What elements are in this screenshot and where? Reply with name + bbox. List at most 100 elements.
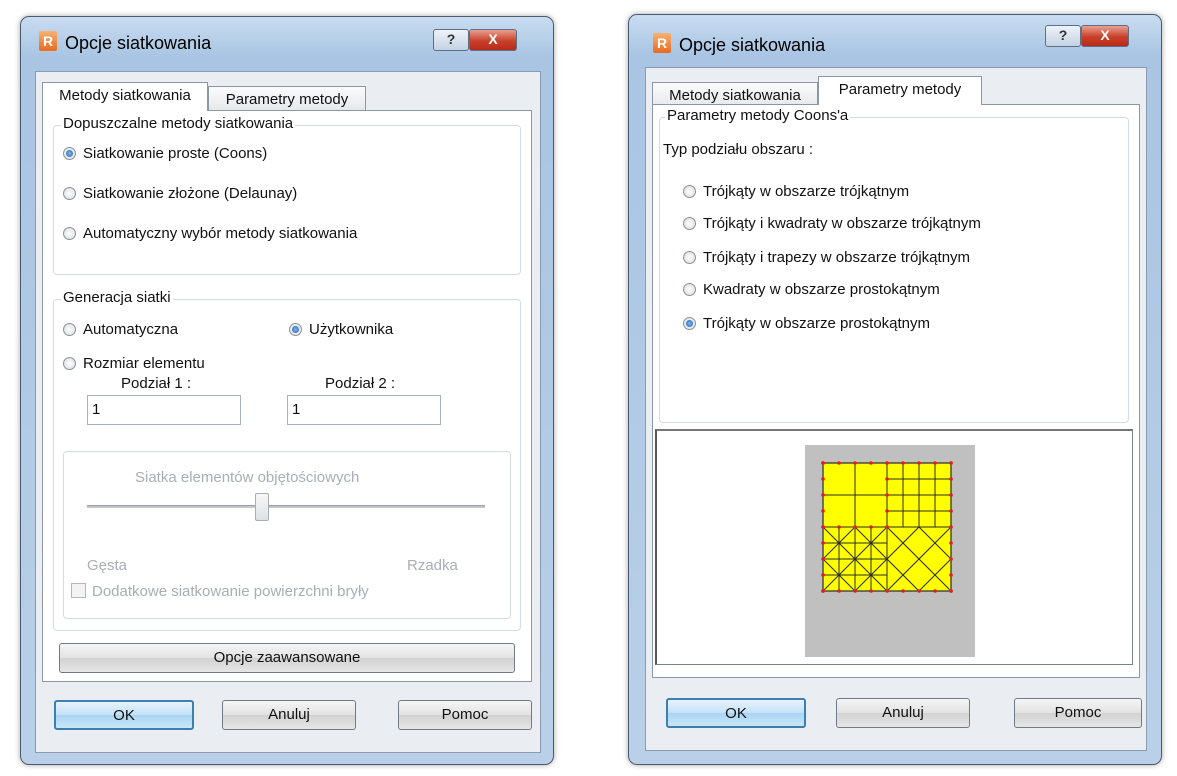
division1-input[interactable]: 1 <box>87 395 241 425</box>
division1-label: Podział 1 : <box>121 375 192 392</box>
mesh-node <box>917 589 921 593</box>
cancel-button[interactable]: Anuluj <box>222 700 356 730</box>
division2-label: Podział 2 : <box>325 375 396 392</box>
generation-group-legend: Generacja siatki <box>61 289 173 306</box>
radio-label: Trójkąty i trapezy w obszarze trójkątnym <box>703 249 971 266</box>
density-slider-thumb[interactable] <box>255 493 269 521</box>
client-area: Metody siatkowania Parametry metody Dopu… <box>35 71 541 753</box>
radio-coons[interactable]: Siatkowanie proste (Coons) <box>63 145 267 163</box>
radio-checked-icon <box>289 323 302 336</box>
radio-unchecked-icon <box>683 217 696 230</box>
radio-label: Siatkowanie proste (Coons) <box>83 145 268 162</box>
radio-squares-rectangular[interactable]: Kwadraty w obszarze prostokątnym <box>683 281 940 299</box>
radio-label: Automatyczny wybór metody siatkowania <box>83 225 358 242</box>
ok-button[interactable]: OK <box>54 700 194 730</box>
tab-parametry-metody[interactable]: Parametry metody <box>208 86 366 112</box>
mesh-options-dialog-methods: R Opcje siatkowania ? X Metody siatkowan… <box>20 16 554 765</box>
tab-parametry-metody[interactable]: Parametry metody <box>818 76 982 105</box>
radio-checked-icon <box>683 317 696 330</box>
coons-parameters-group <box>659 117 1129 423</box>
radio-unchecked-icon <box>683 283 696 296</box>
mesh-node <box>821 461 825 465</box>
help-button[interactable]: Pomoc <box>398 700 532 730</box>
radio-label: Kwadraty w obszarze prostokątnym <box>703 281 940 298</box>
radio-label: Rozmiar elementu <box>83 355 205 372</box>
radio-checked-icon <box>63 147 76 160</box>
mesh-node <box>949 477 953 481</box>
mesh-node <box>949 493 953 497</box>
radio-label: Trójkąty i kwadraty w obszarze trójkątny… <box>703 215 981 232</box>
mesh-node <box>869 589 873 593</box>
help-button[interactable]: Pomoc <box>1014 698 1142 728</box>
mesh-node <box>821 493 825 497</box>
mesh-node <box>933 461 937 465</box>
tab-panel: Dopuszczalne metody siatkowania Siatkowa… <box>42 110 532 682</box>
mesh-node <box>933 589 937 593</box>
mesh-node <box>901 589 905 593</box>
mesh-node <box>821 509 825 513</box>
radio-automatyczna[interactable]: Automatyczna <box>63 321 178 339</box>
app-logo-icon: R <box>653 33 671 53</box>
client-area: Metody siatkowania Parametry metody Para… <box>645 67 1147 751</box>
radio-unchecked-icon <box>63 323 76 336</box>
radio-rozmiar-elementu[interactable]: Rozmiar elementu <box>63 355 205 373</box>
mesh-node <box>837 589 841 593</box>
radio-auto-method[interactable]: Automatyczny wybór metody siatkowania <box>63 225 357 243</box>
radio-triangles-trapezoids-triangular[interactable]: Trójkąty i trapezy w obszarze trójkątnym <box>683 249 970 267</box>
mesh-node <box>885 477 889 481</box>
radio-label: Użytkownika <box>309 321 394 338</box>
mesh-node <box>821 589 825 593</box>
radio-delaunay[interactable]: Siatkowanie złożone (Delaunay) <box>63 185 297 203</box>
mesh-node <box>917 461 921 465</box>
close-icon[interactable]: X <box>469 29 517 51</box>
mesh-node <box>885 589 889 593</box>
tab-panel: Parametry metody Coons'a Typ podziału ob… <box>652 104 1140 678</box>
checkbox-label: Dodatkowe siatkowanie powierzchni bryły <box>92 583 369 600</box>
help-icon[interactable]: ? <box>433 29 469 51</box>
radio-unchecked-icon <box>63 187 76 200</box>
mesh-node <box>821 477 825 481</box>
mesh-node <box>853 525 857 529</box>
window-title: Opcje siatkowania <box>679 35 826 55</box>
mesh-node <box>837 461 841 465</box>
mesh-node <box>885 461 889 465</box>
methods-group-legend: Dopuszczalne metody siatkowania <box>61 115 296 132</box>
division2-input[interactable]: 1 <box>287 395 441 425</box>
mesh-preview-panel <box>655 429 1133 665</box>
mesh-node <box>837 525 841 529</box>
ok-button[interactable]: OK <box>666 698 806 728</box>
radio-triangles-squares-triangular[interactable]: Trójkąty i kwadraty w obszarze trójkątny… <box>683 215 981 233</box>
title-bar[interactable]: R Opcje siatkowania ? X <box>629 15 1161 67</box>
radio-uzytkownika[interactable]: Użytkownika <box>289 321 393 339</box>
checkbox-unchecked-icon <box>71 583 86 598</box>
density-slider-track[interactable] <box>87 505 485 508</box>
radio-unchecked-icon <box>63 357 76 370</box>
radio-unchecked-icon <box>683 251 696 264</box>
mesh-node <box>821 557 825 561</box>
mesh-node <box>821 573 825 577</box>
mesh-node <box>869 525 873 529</box>
radio-label: Automatyczna <box>83 321 179 338</box>
coons-group-legend: Parametry metody Coons'a <box>665 107 851 124</box>
title-bar[interactable]: R Opcje siatkowania ? X <box>21 17 553 69</box>
mesh-node <box>885 525 889 529</box>
slider-right-label: Rzadka <box>407 557 458 574</box>
mesh-node <box>853 589 857 593</box>
tab-metody-siatkowania[interactable]: Metody siatkowania <box>42 82 208 111</box>
surface-mesh-checkbox[interactable]: Dodatkowe siatkowanie powierzchni bryły <box>71 583 369 600</box>
window-title: Opcje siatkowania <box>65 33 212 53</box>
mesh-preview-image <box>805 445 975 657</box>
division-type-label: Typ podziału obszaru : <box>663 141 814 158</box>
close-icon[interactable]: X <box>1081 25 1129 47</box>
mesh-node <box>853 461 857 465</box>
help-icon[interactable]: ? <box>1045 25 1081 47</box>
mesh-node <box>885 493 889 497</box>
mesh-node <box>949 557 953 561</box>
advanced-options-button[interactable]: Opcje zaawansowane <box>59 643 515 673</box>
mesh-node <box>821 541 825 545</box>
radio-triangles-rectangular[interactable]: Trójkąty w obszarze prostokątnym <box>683 315 930 333</box>
mesh-options-dialog-parameters: R Opcje siatkowania ? X Metody siatkowan… <box>628 14 1162 765</box>
radio-triangles-triangular[interactable]: Trójkąty w obszarze trójkątnym <box>683 183 909 201</box>
cancel-button[interactable]: Anuluj <box>836 698 970 728</box>
mesh-node <box>821 525 825 529</box>
